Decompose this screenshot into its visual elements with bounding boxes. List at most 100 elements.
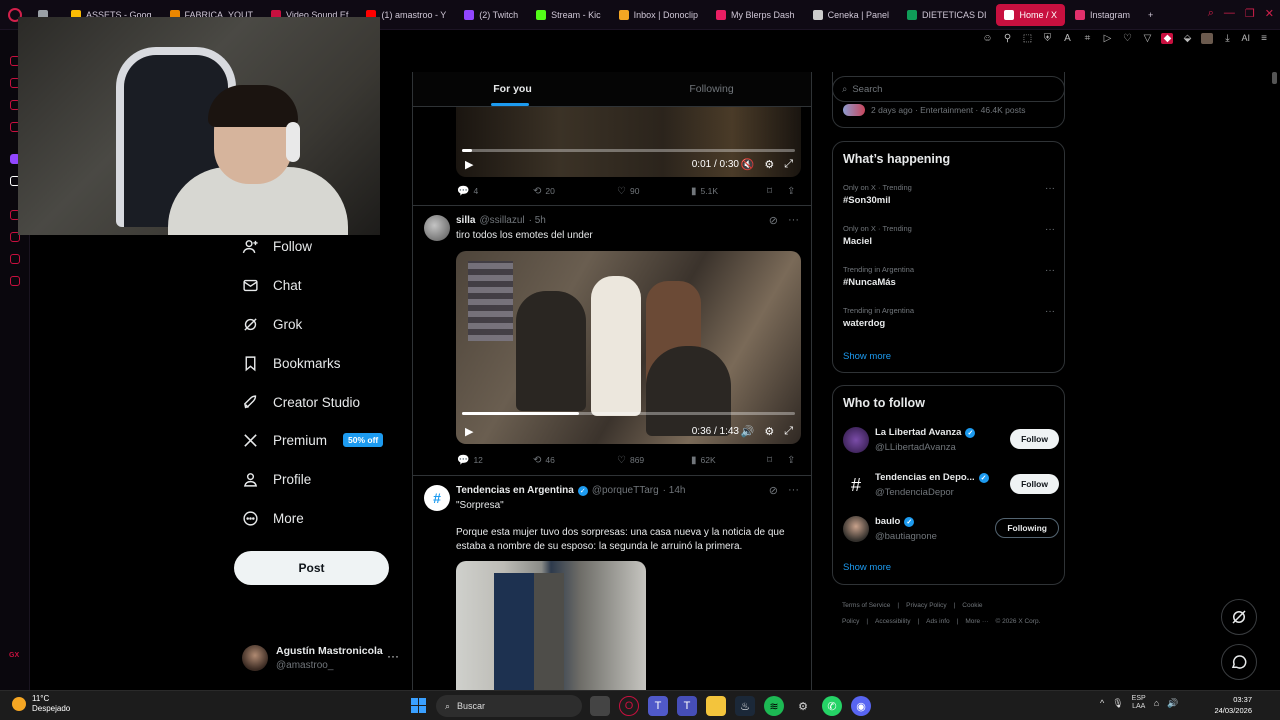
reply-button[interactable]: 💬 12 — [457, 455, 533, 466]
shield-icon[interactable]: ⛨ — [1041, 33, 1053, 44]
settings-icon[interactable]: ⚙ — [764, 425, 774, 438]
browser-tab[interactable]: Home / X — [996, 4, 1065, 26]
hashtag-avatar-icon[interactable]: # — [424, 485, 450, 511]
minimize-icon[interactable]: — — [1224, 7, 1235, 20]
bookmark-button[interactable]: ⌑ — [767, 455, 787, 466]
avatar[interactable] — [424, 215, 450, 241]
settings-icon[interactable]: ⚙ — [793, 696, 813, 716]
following-button[interactable]: Following — [995, 518, 1059, 538]
more-dots-icon[interactable]: ··· — [1045, 265, 1055, 276]
teams-work-icon[interactable]: T — [677, 696, 697, 716]
network-icon[interactable]: ⌂ — [1154, 698, 1159, 708]
tab-for-you[interactable]: For you — [413, 72, 612, 106]
share-button[interactable]: ⇪ — [787, 186, 795, 197]
tweet-handle[interactable]: @porqueTTarg — [592, 485, 659, 496]
more-dots-icon[interactable]: ··· — [387, 649, 399, 663]
nav-grok[interactable]: Grok — [242, 311, 302, 337]
footer-link[interactable]: Terms of Service — [842, 602, 890, 609]
browser-tab[interactable]: Stream - Kic — [528, 4, 609, 26]
browser-tab[interactable]: DIETETICAS DI — [899, 4, 995, 26]
search-input[interactable]: ⌕ Search — [832, 76, 1065, 102]
windows-start-icon[interactable] — [411, 698, 426, 713]
close-icon[interactable]: ✕ — [1265, 7, 1274, 20]
bookmark-button[interactable]: ⌑ — [767, 186, 787, 197]
grok-float-button[interactable] — [1221, 599, 1257, 635]
filter-icon[interactable]: ▽ — [1141, 33, 1153, 44]
more-dots-icon[interactable]: ··· — [788, 484, 799, 497]
views-button[interactable]: ▮ 5.1K — [691, 186, 767, 197]
follow-button[interactable]: Follow — [1010, 474, 1059, 494]
teams-icon[interactable]: T — [648, 696, 668, 716]
puzzle-icon[interactable]: ⬙ — [1181, 33, 1193, 44]
tweet-time[interactable]: · 5h — [529, 215, 546, 226]
show-more-link[interactable]: Show more — [843, 562, 891, 573]
language-indicator[interactable]: ESP LAA — [1132, 695, 1146, 711]
sidebar-extensions-icon[interactable] — [10, 254, 20, 264]
fullscreen-icon[interactable]: ⤢ — [784, 425, 793, 438]
scrollbar[interactable] — [1272, 72, 1277, 84]
repost-button[interactable]: ⟲ 46 — [533, 455, 617, 466]
follow-suggestion[interactable]: La Libertad Avanza ✓ @LLibertadAvanza Fol… — [843, 425, 1059, 459]
tab-following[interactable]: Following — [612, 72, 811, 106]
like-button[interactable]: ♡ 869 — [617, 455, 691, 466]
weather-widget[interactable]: 11°C Despejado — [12, 694, 70, 714]
spotify-icon[interactable]: ≋ — [764, 696, 784, 716]
footer-link[interactable]: © 2026 X Corp. — [995, 618, 1040, 625]
footer-link[interactable]: Privacy Policy — [906, 602, 946, 609]
browser-tab[interactable]: Instagram — [1067, 4, 1138, 26]
more-dots-icon[interactable]: ··· — [1045, 224, 1055, 235]
settings-icon[interactable]: ⚙ — [764, 158, 774, 171]
pin-icon[interactable]: ⚲ — [1001, 33, 1013, 44]
more-dots-icon[interactable]: ··· — [1045, 183, 1055, 194]
snapshot-icon[interactable]: ⬚ — [1021, 33, 1033, 44]
menu-icon[interactable]: ≡ — [1258, 33, 1270, 44]
volume-icon[interactable]: 🔊 — [741, 425, 755, 438]
crop-icon[interactable]: ⌗ — [1081, 33, 1093, 44]
trend-item[interactable]: Trending in Argentina waterdog ··· — [843, 306, 1055, 329]
more-dots-icon[interactable]: ··· — [788, 214, 799, 227]
volume-icon[interactable]: 🔊 — [1167, 698, 1178, 709]
nav-premium[interactable]: Premium 50% off — [242, 427, 384, 453]
opera-gx-icon[interactable]: O — [619, 696, 639, 716]
nav-follow[interactable]: Follow — [242, 233, 312, 259]
file-explorer-icon[interactable] — [706, 696, 726, 716]
mute-icon[interactable]: 🔇 — [741, 158, 755, 171]
account-switcher[interactable]: Agustín Mastronicola @amastroo_ ··· — [242, 643, 402, 673]
profile-avatar-icon[interactable] — [1201, 32, 1214, 44]
fullscreen-icon[interactable]: ⤢ — [784, 158, 793, 171]
maximize-icon[interactable]: ❐ — [1245, 7, 1255, 20]
nav-more[interactable]: More — [242, 505, 304, 531]
video-progress-bar[interactable] — [462, 149, 795, 152]
clock[interactable]: 03:37 24/03/2026 — [1214, 694, 1252, 716]
whatsapp-icon[interactable]: ✆ — [822, 696, 842, 716]
trend-item[interactable]: Trending in Argentina #NuncaMás ··· — [843, 265, 1055, 288]
play-icon[interactable]: ▶ — [465, 158, 473, 171]
nav-profile[interactable]: Profile — [242, 466, 311, 492]
sidebar-settings-icon[interactable] — [10, 276, 20, 286]
extension-icon[interactable]: ◆ — [1161, 32, 1174, 44]
browser-tab[interactable]: Inbox | Donoclip — [611, 4, 706, 26]
footer-link[interactable]: More ··· — [965, 618, 988, 625]
play-icon[interactable]: ▶ — [465, 425, 473, 438]
follow-button[interactable]: Follow — [1010, 429, 1059, 449]
messages-float-button[interactable] — [1221, 644, 1257, 680]
like-button[interactable]: ♡ 90 — [617, 186, 691, 197]
play-icon[interactable]: ▷ — [1101, 33, 1113, 44]
nav-creator-studio[interactable]: Creator Studio — [242, 389, 360, 415]
browser-tab[interactable]: Ceneka | Panel — [805, 4, 897, 26]
share-button[interactable]: ⇪ — [787, 455, 795, 466]
follow-suggestion[interactable]: # Tendencias en Depo... ✓ @TendenciaDepor… — [843, 470, 1059, 504]
new-tab-icon[interactable]: + — [1140, 4, 1161, 26]
video-progress-bar[interactable] — [462, 412, 795, 415]
reply-button[interactable]: 💬 4 — [457, 186, 533, 197]
discord-icon[interactable]: ◉ — [851, 696, 871, 716]
microphone-icon[interactable]: 🎙 — [1112, 698, 1123, 709]
follow-suggestion[interactable]: baulo ✓ @bautiagnone Following — [843, 514, 1059, 548]
footer-link[interactable]: Accessibility — [875, 618, 910, 625]
post-button[interactable]: Post — [234, 551, 389, 585]
translate-icon[interactable]: A — [1061, 33, 1073, 44]
taskbar-search[interactable]: ⌕ Buscar — [436, 695, 582, 717]
tweet-media[interactable] — [456, 561, 646, 690]
tweet-author[interactable]: Tendencias en Argentina — [456, 485, 574, 496]
show-more-link[interactable]: Show more — [843, 351, 891, 362]
